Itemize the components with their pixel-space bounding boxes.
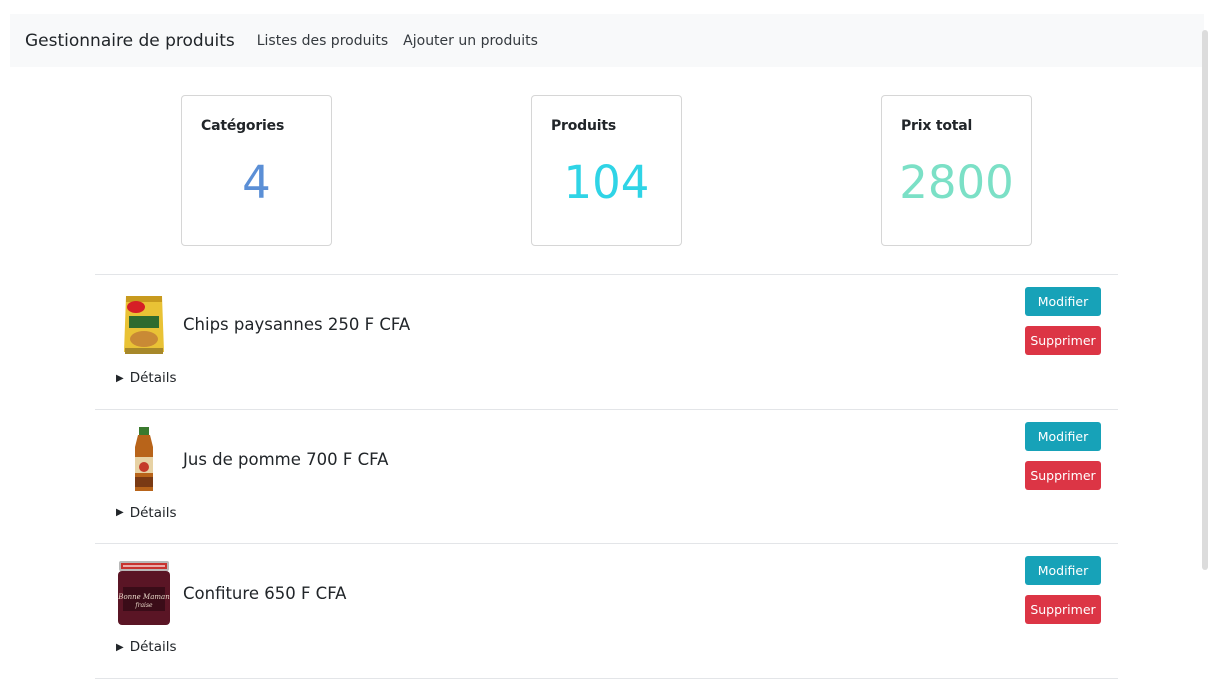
nav-link-add-product[interactable]: Ajouter un produits [403, 33, 538, 49]
details-toggle[interactable]: ▶ Détails [116, 370, 177, 386]
svg-text:fraise: fraise [134, 602, 153, 609]
edit-button[interactable]: Modifier [1025, 287, 1101, 316]
stat-card-total-price: Prix total 2800 [881, 95, 1032, 246]
triangle-right-icon: ▶ [116, 507, 124, 518]
stat-card-products: Produits 104 [531, 95, 682, 246]
details-toggle[interactable]: ▶ Détails [116, 639, 177, 655]
chips-bag-icon [122, 292, 166, 358]
product-item: Jus de pomme 700 F CFA ▶ Détails Modifie… [95, 410, 1118, 544]
stat-card-categories: Catégories 4 [181, 95, 332, 246]
juice-bottle-icon [122, 426, 166, 493]
nav-link-product-list[interactable]: Listes des produits [257, 33, 388, 49]
triangle-right-icon: ▶ [116, 372, 124, 384]
details-toggle[interactable]: ▶ Détails [116, 505, 177, 521]
product-list: Chips paysannes 250 F CFA ▶ Détails Modi… [95, 274, 1118, 679]
product-item: Bonne Maman fraise Confiture 650 F CFA ▶… [95, 544, 1118, 679]
product-name: Jus de pomme 700 F CFA [183, 449, 389, 469]
product-name: Confiture 650 F CFA [183, 584, 347, 603]
stat-value-products: 104 [563, 156, 650, 209]
product-item: Chips paysannes 250 F CFA ▶ Détails Modi… [95, 275, 1118, 410]
stat-title-total-price: Prix total [901, 118, 973, 134]
details-label: Détails [129, 639, 177, 655]
triangle-right-icon: ▶ [116, 641, 124, 653]
navbar-brand[interactable]: Gestionnaire de produits [25, 31, 235, 51]
stat-value-categories: 4 [242, 156, 271, 209]
edit-button[interactable]: Modifier [1025, 556, 1101, 585]
stat-value-total-price: 2800 [899, 156, 1014, 209]
svg-text:Bonne Maman: Bonne Maman [117, 593, 170, 601]
edit-button[interactable]: Modifier [1025, 421, 1101, 451]
delete-button[interactable]: Supprimer [1025, 460, 1101, 490]
stat-title-categories: Catégories [201, 118, 285, 134]
jam-jar-icon: Bonne Maman fraise [115, 561, 173, 627]
stat-title-products: Produits [551, 118, 616, 134]
navbar: Gestionnaire de produits Listes des prod… [10, 14, 1204, 67]
delete-button[interactable]: Supprimer [1025, 326, 1101, 355]
page-scrollbar[interactable] [1202, 30, 1208, 570]
details-label: Détails [129, 504, 177, 521]
details-label: Détails [129, 370, 177, 386]
product-name: Chips paysannes 250 F CFA [183, 315, 411, 334]
delete-button[interactable]: Supprimer [1025, 595, 1101, 624]
